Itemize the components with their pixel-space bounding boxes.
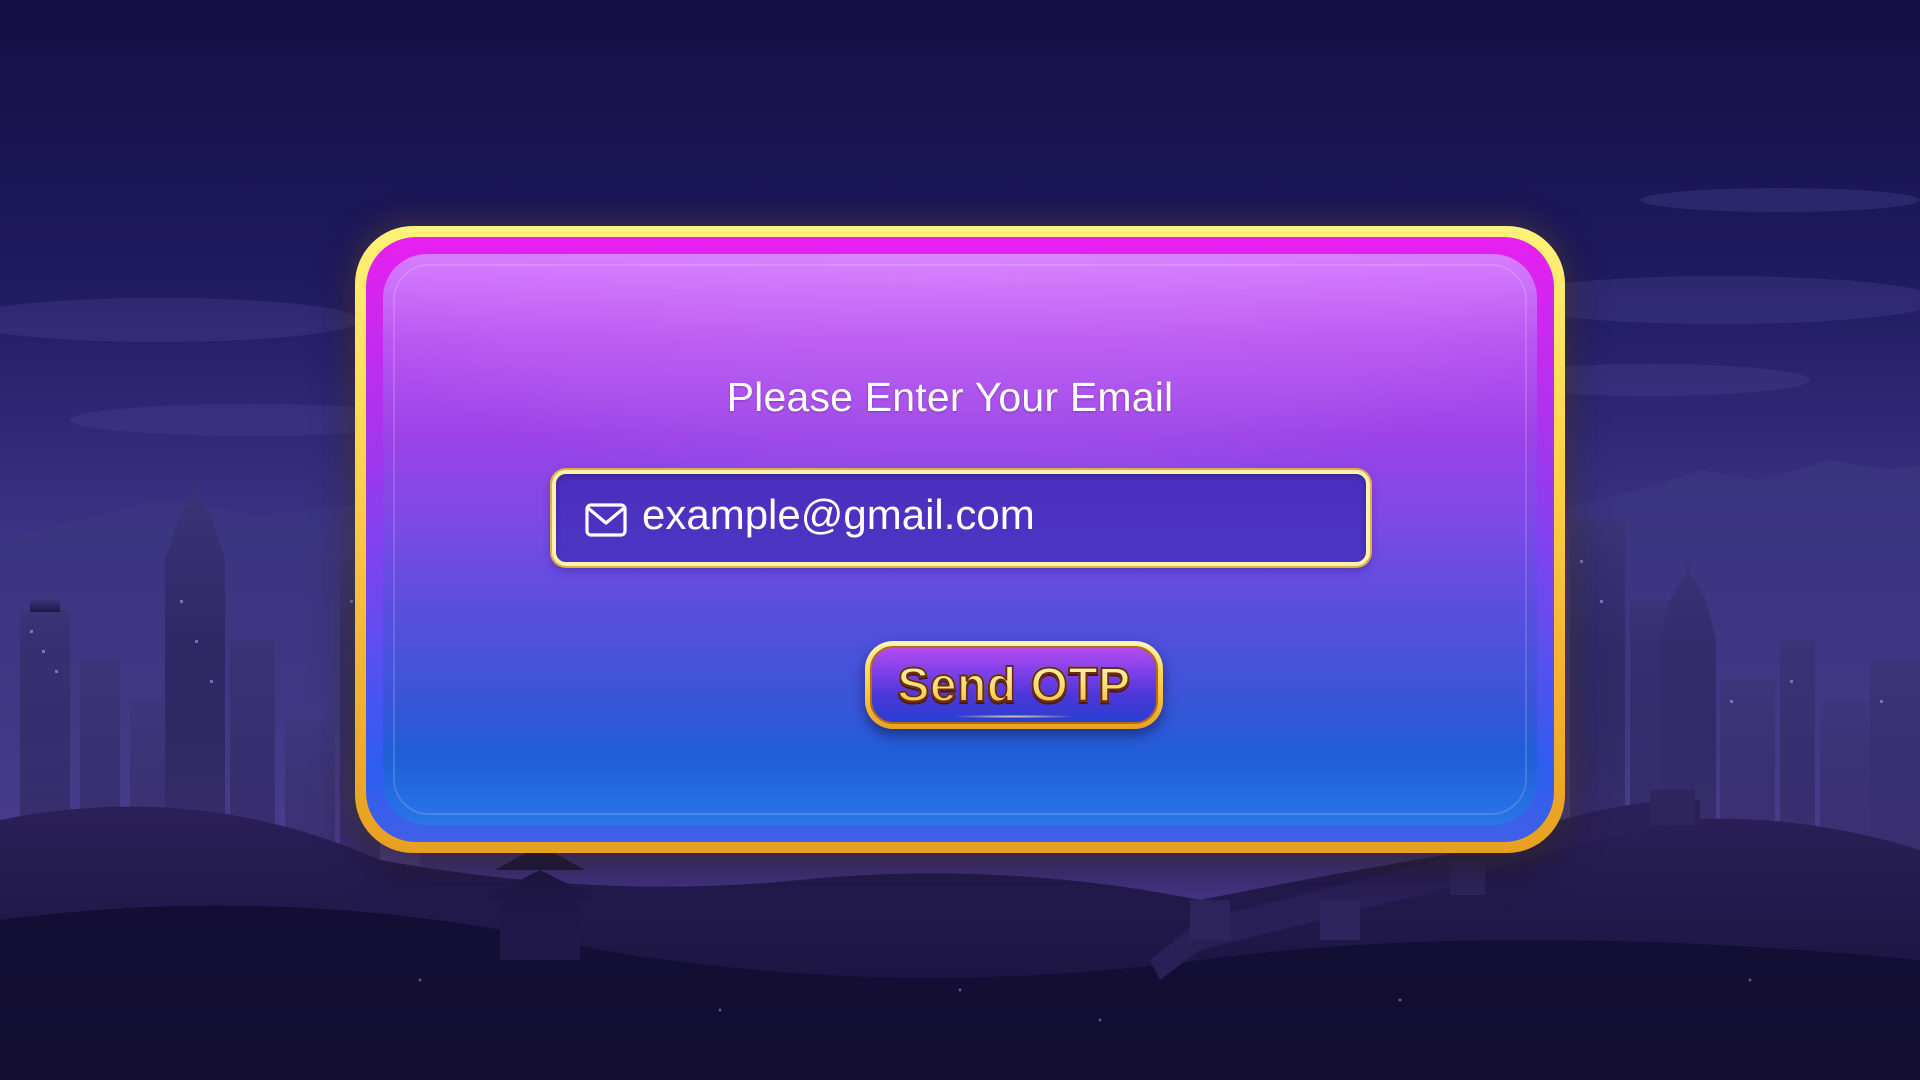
email-field[interactable] [552,470,1370,566]
send-otp-button-face[interactable]: Send OTP [870,646,1158,724]
dialog-title: Please Enter Your Email [726,374,1174,420]
send-otp-button[interactable]: Send OTP [865,641,1163,729]
send-otp-label: Send OTP [896,658,1131,713]
mail-icon [585,503,627,537]
login-screen: Please Enter Your Email Send OTP [0,0,1920,1080]
email-input[interactable] [642,484,1342,546]
